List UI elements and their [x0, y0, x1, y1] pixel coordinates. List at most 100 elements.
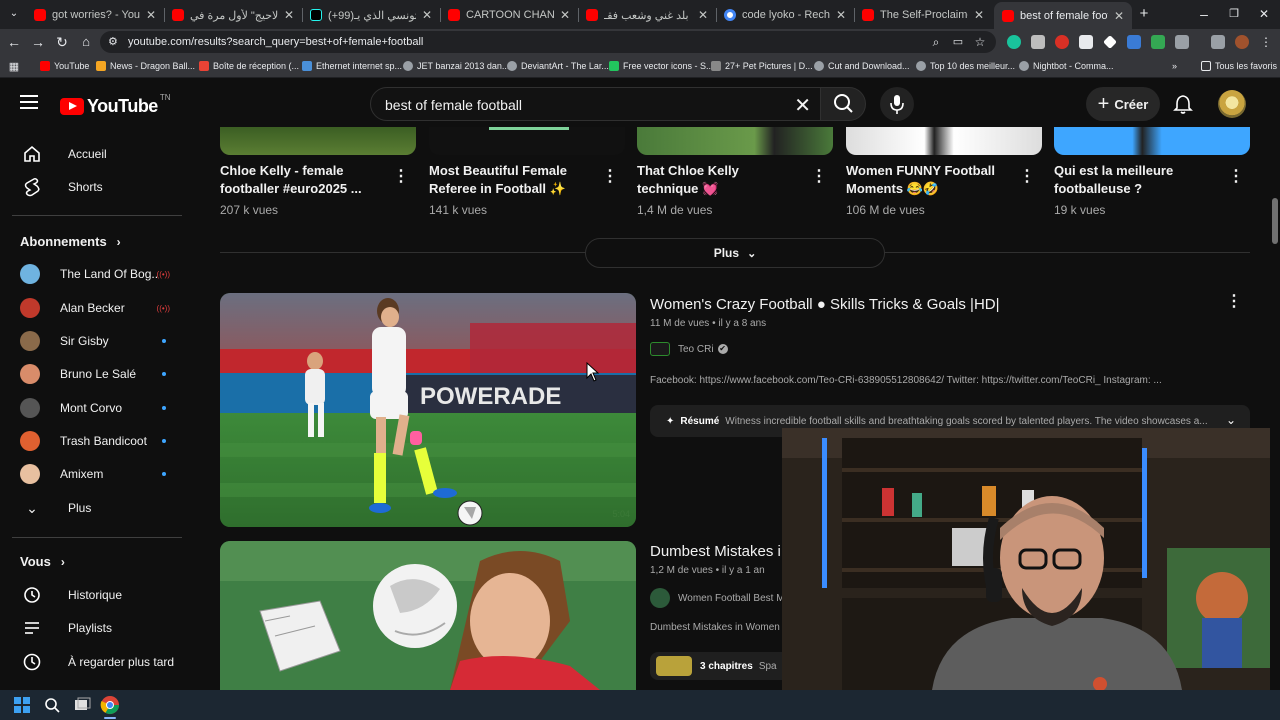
bookmark-item[interactable]: Boîte de réception (... — [199, 61, 299, 71]
video-thumbnail[interactable] — [220, 541, 636, 690]
bookmark-item[interactable]: 27+ Pet Pictures | D... — [711, 61, 813, 71]
short-title[interactable]: That Chloe Kelly technique 💓 — [637, 162, 797, 198]
tab-close-icon[interactable]: ✕ — [836, 8, 846, 22]
more-options-icon[interactable]: ⋮ — [393, 168, 409, 186]
tab-search-icon[interactable]: ⌄ — [4, 4, 24, 24]
extension-icon[interactable] — [1103, 35, 1117, 49]
notifications-bell-icon[interactable] — [1172, 93, 1194, 115]
bookmark-star-icon[interactable]: ☆ — [970, 32, 990, 52]
subscriptions-heading[interactable]: Abonnements › — [20, 234, 121, 249]
sidebar-item-more[interactable]: ⌄ Plus — [12, 492, 182, 524]
windows-start-icon[interactable] — [12, 695, 32, 715]
show-more-button[interactable]: Plus ⌄ — [585, 238, 885, 268]
short-title[interactable]: Chloe Kelly - female footballer #euro202… — [220, 162, 380, 198]
browser-tab[interactable]: (+99)الجهاز التونسي الذي يـ ✕ — [302, 4, 440, 26]
video-title[interactable]: Women's Crazy Football ● Skills Tricks &… — [650, 296, 1000, 313]
browser-tab[interactable]: CARTOON CHANNEL - Yo ✕ — [440, 4, 578, 26]
reading-list-icon[interactable] — [1211, 35, 1225, 49]
more-options-icon[interactable]: ⋮ — [1019, 168, 1035, 186]
sidebar-item-shorts[interactable]: Shorts — [12, 171, 182, 203]
clear-search-icon[interactable]: ✕ — [794, 93, 811, 118]
bookmark-item[interactable]: YouTube — [40, 61, 89, 71]
sidebar-item-subscription[interactable]: Alan Becker ((•)) — [12, 292, 182, 324]
tab-close-icon[interactable]: ✕ — [698, 8, 708, 22]
short-title[interactable]: Qui est la meilleure footballeuse ? — [1054, 162, 1214, 198]
sidebar-item-playlists[interactable]: Playlists — [12, 612, 182, 644]
zoom-icon[interactable]: ⌕ — [926, 32, 946, 52]
short-thumbnail[interactable] — [846, 127, 1042, 155]
extension-icon[interactable] — [1127, 35, 1141, 49]
short-thumbnail[interactable] — [220, 127, 416, 155]
account-avatar[interactable] — [1218, 90, 1246, 118]
taskbar-search-icon[interactable] — [42, 695, 62, 715]
browser-tab[interactable]: code lyoko - Recherche G ✕ — [716, 4, 854, 26]
short-title[interactable]: Women FUNNY Football Moments 😂🤣 — [846, 162, 1006, 198]
cast-icon[interactable]: ▭ — [948, 32, 968, 52]
window-close-button[interactable]: ✕ — [1254, 4, 1274, 24]
you-heading[interactable]: Vous › — [20, 554, 65, 569]
sidebar-item-subscription[interactable]: The Land Of Bog... ((•)) — [12, 258, 182, 290]
video-channel[interactable]: Women Football Best M — [650, 588, 785, 608]
tab-close-icon[interactable]: ✕ — [146, 8, 156, 22]
extension-icon[interactable] — [1055, 35, 1069, 49]
address-bar[interactable]: ⚙ youtube.com/results?search_query=best+… — [100, 31, 996, 53]
extension-icon[interactable] — [1151, 35, 1165, 49]
voice-search-button[interactable] — [880, 87, 914, 121]
tab-close-icon[interactable]: ✕ — [1114, 9, 1124, 23]
bookmark-item[interactable]: Free vector icons - S... — [609, 61, 714, 71]
tab-close-icon[interactable]: ✕ — [422, 8, 432, 22]
browser-tab[interactable]: ونالقي | بلد غني وشعب فقـ ✕ — [578, 4, 716, 26]
bookmark-item[interactable]: Ethernet internet sp... — [302, 61, 402, 71]
sidebar-item-subscription[interactable]: Amixem — [12, 458, 182, 490]
bookmark-item[interactable]: JET banzai 2013 dan... — [403, 61, 509, 71]
more-options-icon[interactable]: ⋮ — [1226, 293, 1242, 311]
extensions-puzzle-icon[interactable] — [1175, 35, 1189, 49]
extension-icon[interactable] — [1079, 35, 1093, 49]
sidebar-item-subscription[interactable]: Sir Gisby — [12, 325, 182, 357]
back-button[interactable]: ← — [4, 32, 24, 52]
tab-close-icon[interactable]: ✕ — [974, 8, 984, 22]
search-input[interactable]: best of female football ✕ — [370, 87, 822, 121]
video-title[interactable]: Dumbest Mistakes i — [650, 543, 781, 560]
video-channel[interactable]: Teo CRi ✔ — [650, 342, 728, 356]
all-bookmarks-folder[interactable]: Tous les favoris — [1201, 61, 1277, 71]
extension-icon[interactable] — [1007, 35, 1021, 49]
sidebar-item-subscription[interactable]: Trash Bandicoot — [12, 425, 182, 457]
short-title[interactable]: Most Beautiful Female Referee in Footbal… — [429, 162, 589, 198]
browser-tab[interactable]: got worries? - YouTube ✕ — [26, 4, 164, 26]
more-options-icon[interactable]: ⋮ — [811, 168, 827, 186]
chrome-menu-icon[interactable]: ⋮ — [1256, 32, 1276, 52]
scrollbar-thumb[interactable] — [1272, 198, 1278, 244]
reload-button[interactable]: ↻ — [52, 32, 72, 52]
browser-tab-active[interactable]: best of female football - Y ✕ — [994, 2, 1132, 29]
create-button[interactable]: + Créer — [1086, 87, 1160, 121]
video-thumbnail[interactable]: POWERADE 5:04 — [220, 293, 636, 527]
tab-close-icon[interactable]: ✕ — [560, 8, 570, 22]
home-button[interactable]: ⌂ — [76, 32, 96, 52]
search-button[interactable] — [820, 87, 866, 121]
site-info-icon[interactable]: ⚙ — [108, 35, 118, 48]
bookmark-item[interactable]: Top 10 des meilleur... — [916, 61, 1015, 71]
chrome-taskbar-icon[interactable] — [100, 695, 120, 715]
chevron-down-icon[interactable]: ⌄ — [1226, 413, 1236, 427]
hamburger-menu-icon[interactable] — [20, 95, 38, 109]
browser-tab[interactable]: عرض "الاحيج" لأول مرة في ✕ — [164, 4, 302, 26]
profile-avatar-icon[interactable] — [1235, 35, 1249, 49]
apps-grid-icon[interactable]: ▦ — [4, 57, 24, 77]
tab-close-icon[interactable]: ✕ — [284, 8, 294, 22]
window-maximize-button[interactable]: ❐ — [1224, 4, 1244, 24]
bookmark-item[interactable]: News - Dragon Ball... — [96, 61, 195, 71]
sidebar-item-subscription[interactable]: Bruno Le Salé — [12, 358, 182, 390]
bookmarks-overflow-icon[interactable]: » — [1172, 61, 1177, 71]
bookmark-item[interactable]: DeviantArt - The Lar... — [507, 61, 609, 71]
short-thumbnail[interactable] — [429, 127, 625, 155]
sidebar-item-history[interactable]: Historique — [12, 579, 182, 611]
sidebar-item-subscription[interactable]: Mont Corvo — [12, 392, 182, 424]
browser-tab[interactable]: The Self-Proclaimed "Hills ✕ — [854, 4, 992, 26]
short-thumbnail[interactable] — [637, 127, 833, 155]
extension-icon[interactable] — [1031, 35, 1045, 49]
more-options-icon[interactable]: ⋮ — [1228, 168, 1244, 186]
more-options-icon[interactable]: ⋮ — [602, 168, 618, 186]
bookmark-item[interactable]: Nightbot - Comma... — [1019, 61, 1114, 71]
new-tab-button[interactable]: + — [1134, 4, 1154, 24]
